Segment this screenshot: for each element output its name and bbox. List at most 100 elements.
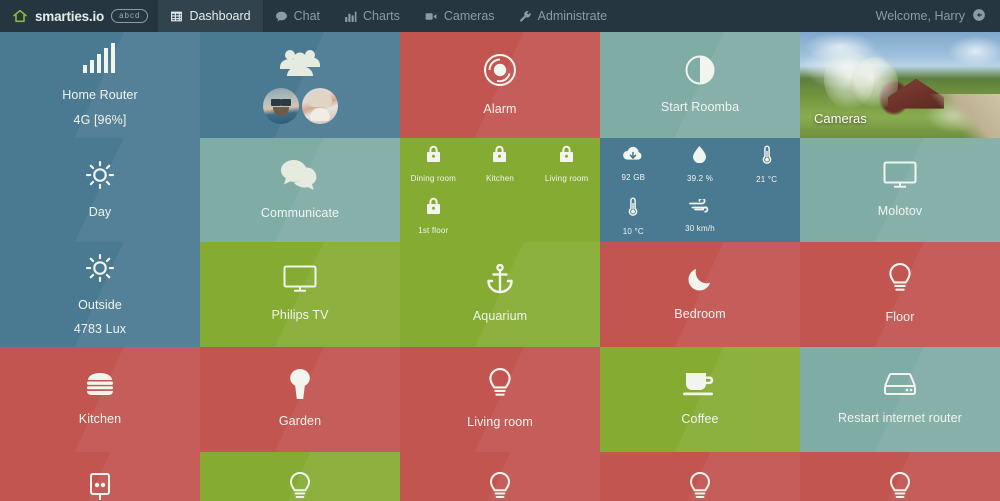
tile-coffee[interactable]: Coffee — [600, 347, 800, 452]
lock-label: Living room — [544, 174, 589, 183]
users-group-icon — [279, 47, 321, 82]
tile-light-2[interactable] — [200, 452, 400, 501]
tile-value: 4G [96%] — [73, 112, 127, 127]
locks-group: Dining room Kitchen Living room 1st floo… — [400, 138, 600, 242]
nav-label-charts: Charts — [363, 9, 400, 23]
tile-aquarium[interactable]: Aquarium — [400, 242, 600, 347]
tile-start-roomba[interactable]: Start Roomba — [600, 32, 800, 138]
tile-value: 4783 Lux — [73, 322, 127, 337]
sensor-tile-storage[interactable]: 92 GB — [600, 138, 667, 190]
avatar[interactable] — [262, 87, 299, 124]
comment-icon — [275, 10, 288, 23]
sensor-label: 92 GB — [621, 173, 646, 182]
navbar: smarties.io abcd Dashboard Chat Charts C… — [0, 0, 1000, 32]
lightbulb-icon — [689, 471, 711, 501]
tile-kitchen[interactable]: Kitchen — [0, 347, 200, 452]
lightbulb-icon — [289, 471, 311, 501]
tile-living-room[interactable]: Living room — [400, 347, 600, 452]
tree-icon — [287, 369, 313, 404]
nav-item-charts[interactable]: Charts — [332, 0, 412, 32]
sun-icon — [85, 160, 115, 195]
bar-chart-icon — [344, 10, 357, 23]
tile-label: Day — [88, 204, 112, 219]
tile-light-5[interactable] — [800, 452, 1000, 501]
tile-light-4[interactable] — [600, 452, 800, 501]
lock-tile-dining-room[interactable]: Dining room — [400, 138, 467, 190]
sensor-tile-empty — [733, 190, 800, 242]
sensor-tile-temp-2[interactable]: 10 °C — [600, 190, 667, 242]
dashboard-grid: Home Router 4G [96%] Day Outside 4783 Lu… — [0, 32, 1000, 501]
lightbulb-icon — [488, 368, 512, 405]
tile-philips-tv[interactable]: Philips TV — [200, 242, 400, 347]
sensor-tile-humidity[interactable]: 39.2 % — [667, 138, 734, 190]
tile-users[interactable] — [200, 32, 400, 138]
nav-label-administrate: Administrate — [537, 9, 608, 23]
lock-tile-empty-2 — [533, 190, 600, 242]
tile-label: Bedroom — [674, 307, 726, 322]
sensor-label: 39.2 % — [686, 173, 714, 183]
user-avatars[interactable] — [262, 87, 338, 124]
wrench-icon — [519, 10, 532, 23]
tile-day[interactable]: Day — [0, 138, 200, 242]
lightbulb-icon — [889, 471, 911, 501]
tile-floor[interactable]: Floor — [800, 242, 1000, 347]
sensor-tile-temp-1[interactable]: 21 °C — [733, 138, 800, 190]
nav-item-chat[interactable]: Chat — [263, 0, 332, 32]
server-icon — [883, 372, 917, 401]
tile-home-router[interactable]: Home Router 4G [96%] — [0, 32, 200, 138]
nav-item-dashboard[interactable]: Dashboard — [158, 0, 263, 32]
nav-label-dashboard: Dashboard — [189, 9, 251, 23]
video-camera-icon — [424, 10, 438, 23]
nav-label-cameras: Cameras — [443, 9, 495, 23]
siren-icon — [483, 53, 517, 92]
sign-out-icon[interactable] — [972, 8, 986, 25]
thermometer-icon — [628, 197, 638, 221]
avatar[interactable] — [301, 87, 338, 124]
tile-outside[interactable]: Outside 4783 Lux — [0, 242, 200, 347]
tile-restart-router[interactable]: Restart internet router — [800, 347, 1000, 452]
lock-tile-empty-1 — [467, 190, 534, 242]
wind-icon — [689, 197, 711, 218]
lock-icon — [426, 197, 441, 220]
lock-label: 1st floor — [418, 226, 449, 235]
tile-bedroom[interactable]: Bedroom — [600, 242, 800, 347]
brand[interactable]: smarties.io abcd — [0, 0, 158, 32]
sensor-tile-wind[interactable]: 30 km/h — [667, 190, 734, 242]
tile-garden[interactable]: Garden — [200, 347, 400, 452]
user-menu[interactable]: Welcome, Harry — [862, 0, 1000, 32]
tile-label: Communicate — [260, 205, 340, 220]
tile-molotov[interactable]: Molotov — [800, 138, 1000, 242]
tile-label: Start Roomba — [660, 99, 740, 114]
tile-label: Coffee — [681, 412, 719, 427]
tile-label: Alarm — [483, 101, 517, 116]
tile-label: Living room — [467, 415, 533, 430]
lock-tile-kitchen[interactable]: Kitchen — [467, 138, 534, 190]
thermometer-icon — [762, 145, 772, 169]
half-circle-icon — [685, 55, 715, 90]
cloud-download-icon — [623, 146, 643, 167]
tile-label: Outside — [78, 297, 122, 312]
nav-item-administrate[interactable]: Administrate — [507, 0, 619, 32]
tile-communicate[interactable]: Communicate — [200, 138, 400, 242]
nav-item-cameras[interactable]: Cameras — [412, 0, 507, 32]
lock-label: Kitchen — [485, 174, 515, 183]
water-drop-icon — [693, 145, 707, 168]
burger-icon — [85, 371, 115, 402]
tile-label: Restart internet router — [838, 411, 962, 426]
coffee-cup-icon — [683, 371, 717, 402]
tile-socket[interactable] — [0, 452, 200, 501]
lock-tile-1st-floor[interactable]: 1st floor — [400, 190, 467, 242]
sensors-group: 92 GB 39.2 % 21 °C 10 °C 30 km/h — [600, 138, 800, 242]
chat-bubbles-icon — [280, 159, 320, 196]
sensor-label: 21 °C — [756, 174, 778, 184]
tile-label: Garden — [278, 414, 322, 429]
photo-path — [922, 94, 1000, 138]
tile-alarm[interactable]: Alarm — [400, 32, 600, 138]
lock-tile-living-room[interactable]: Living room — [533, 138, 600, 190]
tile-label: Aquarium — [472, 309, 528, 324]
signal-bars-icon — [83, 43, 117, 78]
tile-cameras[interactable]: Cameras — [800, 32, 1000, 138]
brand-badge: abcd — [111, 9, 149, 23]
sun-icon — [85, 253, 115, 288]
tile-light-3[interactable] — [400, 452, 600, 501]
